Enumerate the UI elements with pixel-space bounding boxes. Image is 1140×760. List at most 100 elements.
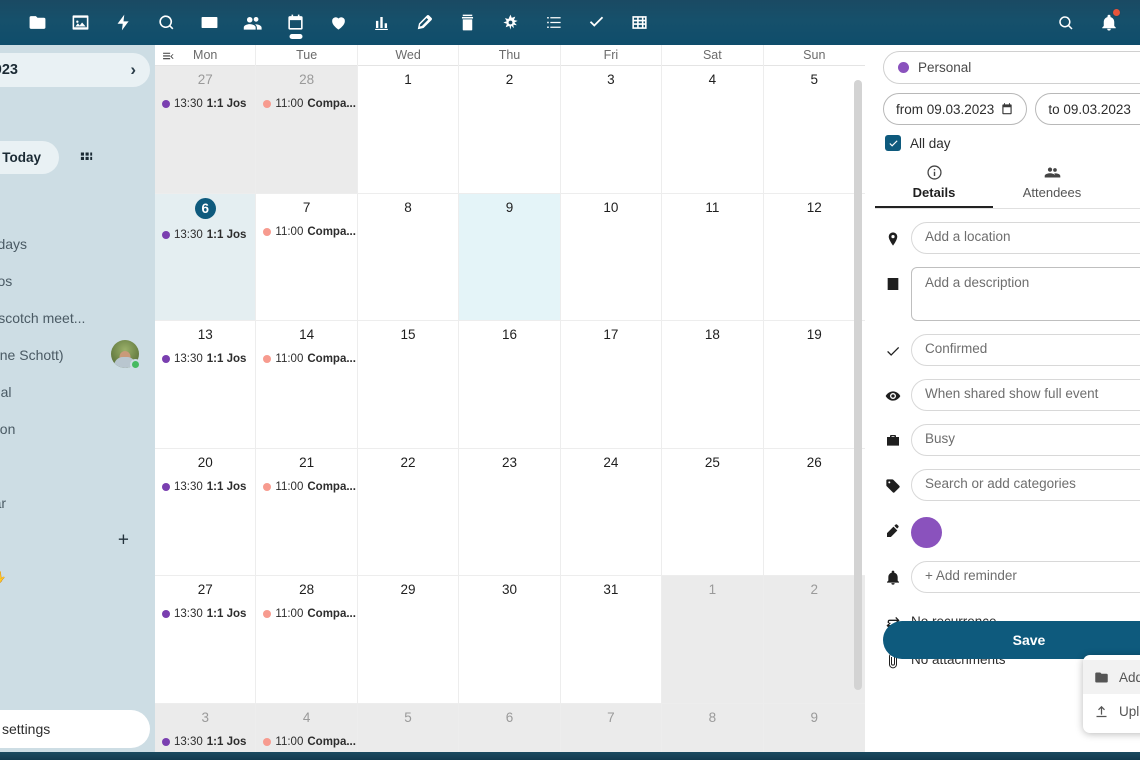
event-color-picker[interactable] — [911, 517, 942, 548]
calendar-day-cell[interactable]: 24 — [560, 448, 663, 576]
visibility-select[interactable]: When shared show full event — [911, 379, 1140, 411]
date-to-field[interactable]: to 09.03.2023 — [1035, 93, 1140, 125]
mail-icon[interactable] — [188, 0, 231, 45]
calendar-event[interactable]: 11:00 Compa... — [256, 608, 356, 620]
add-calendar-plus-icon[interactable]: + — [118, 530, 129, 549]
calendar-day-cell[interactable]: 8 — [357, 193, 460, 321]
search-icon[interactable] — [1044, 0, 1087, 45]
all-day-checkbox[interactable] — [885, 135, 901, 151]
checkmark-icon[interactable] — [575, 0, 618, 45]
tab-attendees[interactable]: Attendees — [993, 159, 1111, 208]
availability-select[interactable]: Busy — [911, 424, 1140, 456]
archive-icon[interactable] — [446, 0, 489, 45]
calendar-day-cell[interactable]: 21 11:00 Compa... — [256, 448, 358, 576]
sidebar-calendar-item[interactable]: emos — [0, 262, 155, 299]
calendar-scrollbar-thumb[interactable] — [854, 80, 862, 690]
calendar-day-cell[interactable]: 27 13:30 1:1 Jos — [155, 576, 257, 704]
calendar-day-cell[interactable]: 17 — [560, 321, 663, 449]
calendar-event[interactable]: 13:30 1:1 Jos — [155, 736, 255, 748]
categories-input[interactable]: Search or add categories — [911, 469, 1140, 501]
calendar-scrollbar-track[interactable] — [854, 70, 862, 730]
calendar-day-cell[interactable]: 7 11:00 Compa... — [256, 193, 358, 321]
calendar-icon[interactable] — [274, 0, 317, 45]
calendar-day-cell[interactable]: 29 — [357, 576, 460, 704]
files-icon[interactable] — [16, 0, 59, 45]
calendar-day-cell[interactable]: 13 13:30 1:1 Jos — [155, 321, 257, 449]
tasks-list-icon[interactable] — [532, 0, 575, 45]
location-input[interactable]: Add a location — [911, 222, 1140, 254]
tab-details[interactable]: Details — [875, 159, 993, 208]
calendar-day-cell[interactable]: 5 — [763, 66, 865, 194]
calendar-day-cell[interactable]: 28 11:00 Compa... — [256, 576, 358, 704]
calendar-event[interactable]: 13:30 1:1 Jos — [155, 229, 255, 241]
sidebar-calendar-item[interactable]: s+ — [0, 521, 155, 558]
sidebar-calendar-item[interactable]: irthdays — [0, 225, 155, 262]
cospend-icon[interactable] — [489, 0, 532, 45]
calendar-day-cell[interactable]: 6 13:30 1:1 Jos — [155, 193, 257, 321]
calendar-day-cell[interactable]: 28 11:00 Compa... — [256, 66, 358, 194]
contacts-icon[interactable] — [231, 0, 274, 45]
calendar-day-cell[interactable]: 15 — [357, 321, 460, 449]
calendar-day-cell[interactable]: 9 — [459, 193, 561, 321]
calendar-day-cell[interactable]: 1 — [357, 66, 460, 194]
calendar-day-cell[interactable]: 23 — [459, 448, 561, 576]
settings-button[interactable]: settings — [0, 710, 150, 748]
calendar-day-cell[interactable]: 10 — [560, 193, 663, 321]
attachment-menu-upload-item[interactable]: Upl — [1083, 694, 1140, 728]
sidebar-calendar-item[interactable]: e✋ — [0, 558, 155, 595]
calendar-day-cell[interactable]: 2 — [459, 66, 561, 194]
avatar[interactable] — [111, 340, 141, 370]
grid-view-icon[interactable] — [71, 143, 101, 173]
health-icon[interactable] — [317, 0, 360, 45]
calendar-day-cell[interactable]: 26 — [763, 448, 865, 576]
calendar-event[interactable]: 11:00 Compa... — [256, 226, 356, 238]
sidebar-calendar-item[interactable]: aktion — [0, 410, 155, 447]
photos-icon[interactable] — [59, 0, 102, 45]
today-button[interactable]: Today — [0, 141, 60, 174]
calendar-day-cell[interactable]: 14 11:00 Compa... — [256, 321, 358, 449]
calendar-day-cell[interactable]: 16 — [459, 321, 561, 449]
calendar-day-cell[interactable]: 18 — [662, 321, 764, 449]
collapse-sidebar-icon[interactable] — [161, 50, 176, 63]
calendar-day-cell[interactable]: 12 — [763, 193, 865, 321]
next-month-chevron-icon[interactable]: › — [130, 60, 136, 80]
add-reminder-input[interactable]: + Add reminder — [911, 561, 1140, 593]
sidebar-calendar-item[interactable] — [0, 447, 155, 484]
sidebar-calendar-item[interactable]: tterscotch meet... — [0, 299, 155, 336]
event-calendar-selector[interactable]: Personal — [883, 51, 1140, 84]
calendar-day-cell[interactable]: 22 — [357, 448, 460, 576]
save-button[interactable]: Save — [883, 621, 1140, 659]
sidebar-calendar-item[interactable]: sonal — [0, 373, 155, 410]
calendar-event[interactable]: 13:30 1:1 Jos — [155, 481, 255, 493]
attachment-menu-add-item[interactable]: Add — [1083, 660, 1140, 694]
calendar-day-cell[interactable]: 25 — [662, 448, 764, 576]
calendar-day-cell[interactable]: 27 13:30 1:1 Jos — [155, 66, 257, 194]
sidebar-calendar-item[interactable]: ndar — [0, 484, 155, 521]
tables-icon[interactable] — [618, 0, 661, 45]
notifications-bell-icon[interactable] — [1087, 0, 1130, 45]
calendar-event[interactable]: 13:30 1:1 Jos — [155, 98, 255, 110]
calendar-day-cell[interactable]: 30 — [459, 576, 561, 704]
date-from-field[interactable]: from 09.03.2023 — [883, 93, 1028, 125]
calendar-event[interactable]: 13:30 1:1 Jos — [155, 353, 255, 365]
notes-icon[interactable] — [403, 0, 446, 45]
description-input[interactable]: Add a description — [911, 267, 1140, 321]
calendar-day-cell[interactable]: 20 13:30 1:1 Jos — [155, 448, 257, 576]
calendar-event[interactable]: 11:00 Compa... — [256, 481, 356, 493]
sidebar-calendar-item[interactable]: ristine Schott) — [0, 336, 155, 373]
search-app-icon[interactable] — [145, 0, 188, 45]
status-select[interactable]: Confirmed — [911, 334, 1140, 366]
calendar-day-cell[interactable]: 4 — [662, 66, 764, 194]
calendar-day-cell[interactable]: 1 — [662, 576, 764, 704]
month-navigator[interactable]: March 2023 › — [0, 53, 150, 87]
calendar-event[interactable]: 11:00 Compa... — [256, 736, 356, 748]
activity-icon[interactable] — [102, 0, 145, 45]
calendar-day-cell[interactable]: 3 — [560, 66, 663, 194]
calendar-event[interactable]: 11:00 Compa... — [256, 353, 356, 365]
calendar-event[interactable]: 13:30 1:1 Jos — [155, 608, 255, 620]
calendar-day-cell[interactable]: 2 — [763, 576, 865, 704]
analytics-icon[interactable] — [360, 0, 403, 45]
calendar-day-cell[interactable]: 19 — [763, 321, 865, 449]
calendar-day-cell[interactable]: 31 — [560, 576, 663, 704]
calendar-day-cell[interactable]: 11 — [662, 193, 764, 321]
